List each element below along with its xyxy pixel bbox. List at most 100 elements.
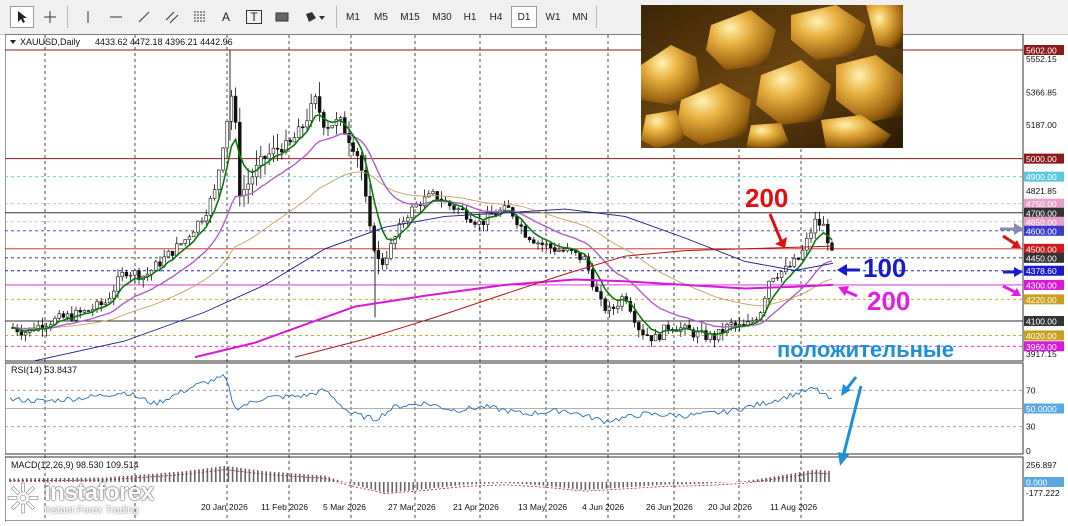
candle-body	[683, 324, 687, 329]
candle-body	[771, 277, 775, 282]
macd-tick-bottom: -177.222	[1026, 488, 1060, 498]
candle-body	[86, 310, 91, 312]
timeframe-mn[interactable]: MN	[567, 6, 593, 28]
candle-body	[813, 218, 817, 234]
candle-body	[187, 236, 192, 240]
candle-body	[250, 176, 255, 185]
candle-body	[523, 226, 528, 238]
macd-label: MACD(12,26,9) 98.530 109.514	[11, 460, 139, 470]
candle-body	[506, 205, 511, 208]
candle-body	[330, 125, 334, 129]
candle-body	[200, 220, 204, 223]
rsi-tick: 70	[1026, 385, 1036, 395]
candle-body	[540, 242, 544, 245]
candle-body	[380, 258, 385, 265]
candle-body	[637, 322, 641, 331]
price-label-text: 5602.00	[1026, 46, 1057, 56]
candle-body	[536, 242, 540, 245]
candle-body	[565, 248, 570, 252]
candle-body	[481, 220, 486, 226]
candle-body	[267, 153, 271, 159]
candle-body	[502, 205, 507, 211]
candle-body	[57, 313, 61, 319]
timeframe-m1[interactable]: M1	[340, 6, 366, 28]
candle-body	[616, 305, 620, 309]
chart-area[interactable]: 70 30 0 50.0000 256.897 -177.222 0.000 5552.1…	[4, 33, 1068, 522]
macd-pane-border	[4, 456, 1024, 522]
red-arrow-icon	[768, 213, 784, 244]
horizontal-line-icon[interactable]	[104, 6, 128, 28]
rectangle-icon[interactable]	[270, 6, 294, 28]
vertical-line-icon[interactable]	[76, 6, 100, 28]
price-label-text: 4100.00	[1026, 317, 1057, 327]
timeframe-d1[interactable]: D1	[511, 6, 537, 28]
candle-body	[212, 189, 217, 199]
watermark-tagline: Instant Forex Trading	[44, 504, 139, 516]
candle-body	[452, 205, 456, 210]
trading-terminal: A T M1 M5 M15 M30 H1 H4 D1 W1 MN 70 30 0 50.0000 25…	[0, 0, 1068, 522]
time-tick: 26 Jun 2026	[646, 502, 693, 512]
candle-body	[599, 291, 603, 300]
symbol-menu-triangle-icon[interactable]	[10, 40, 16, 44]
chart-ohlc: 4433.62 4472.18 4396.21 4442.96	[95, 37, 233, 47]
candle-body	[595, 286, 599, 292]
candle-body	[120, 272, 124, 278]
candle-body	[527, 237, 532, 241]
candle-body	[561, 249, 565, 252]
toolbar-separator	[336, 6, 337, 28]
toolbar-separator	[67, 6, 68, 28]
price-chart[interactable]: 7030050.0000 256.897-177.2220.000 5552.1…	[4, 33, 1068, 522]
cursor-arrow-icon[interactable]	[10, 6, 34, 28]
candle-body	[355, 151, 360, 156]
candle-body	[23, 332, 28, 336]
candle-body	[65, 313, 70, 318]
candle-body	[389, 243, 393, 259]
macd-tick-top: 256.897	[1026, 460, 1057, 470]
candle-body	[653, 334, 658, 342]
candle-body	[275, 147, 280, 150]
timeframe-m5[interactable]: M5	[368, 6, 394, 28]
candle-body	[133, 270, 137, 276]
timeframe-w1[interactable]: W1	[540, 6, 566, 28]
candle-body	[750, 320, 754, 323]
text-icon[interactable]: A	[214, 6, 238, 28]
text-label-icon[interactable]: T	[242, 6, 266, 28]
timeframe-m30[interactable]: M30	[427, 6, 457, 28]
timeframe-m15[interactable]: M15	[395, 6, 425, 28]
candle-body	[191, 231, 196, 238]
time-tick: 11 Aug 2026	[770, 502, 817, 512]
candle-body	[406, 217, 410, 222]
candle-body	[246, 183, 250, 190]
ma-violet-line	[12, 133, 833, 330]
candle-body	[179, 243, 183, 245]
timeframe-h4[interactable]: H4	[484, 6, 508, 28]
candle-body	[301, 126, 305, 129]
candle-body	[401, 220, 406, 224]
shapes-dropdown-icon[interactable]	[300, 6, 330, 28]
candle-body	[82, 310, 87, 313]
candle-body	[435, 191, 439, 200]
candle-body	[326, 127, 330, 129]
time-tick: 11 Feb 2026	[261, 502, 308, 512]
macd-indicator: 256.897 -177.2220.000	[9, 460, 1064, 498]
crosshair-icon[interactable]	[38, 6, 62, 28]
rsi-line	[9, 374, 833, 425]
watermark-brand: instaforex	[44, 478, 154, 506]
blue-arrow-head-icon	[837, 264, 847, 276]
blue-axis-arrow-head-icon	[1014, 267, 1023, 277]
trendline-icon[interactable]	[132, 6, 156, 28]
candle-body	[427, 193, 431, 198]
time-tick: 20 Jan 2026	[201, 502, 248, 512]
channel-icon[interactable]	[160, 6, 184, 28]
time-tick: 27 Mar 2026	[388, 502, 436, 512]
price-label-text: 4020.00	[1026, 331, 1057, 341]
watermark-text: instaforex Instant Forex Trading	[44, 478, 154, 516]
candle-body	[695, 331, 700, 338]
candle-body	[263, 155, 267, 159]
candle-body	[112, 290, 116, 299]
candle-body	[821, 223, 826, 226]
candle-body	[544, 243, 549, 246]
macd-value-text: 0.000	[1026, 478, 1048, 488]
timeframe-h1[interactable]: H1	[458, 6, 482, 28]
fibonacci-icon[interactable]	[188, 6, 212, 28]
